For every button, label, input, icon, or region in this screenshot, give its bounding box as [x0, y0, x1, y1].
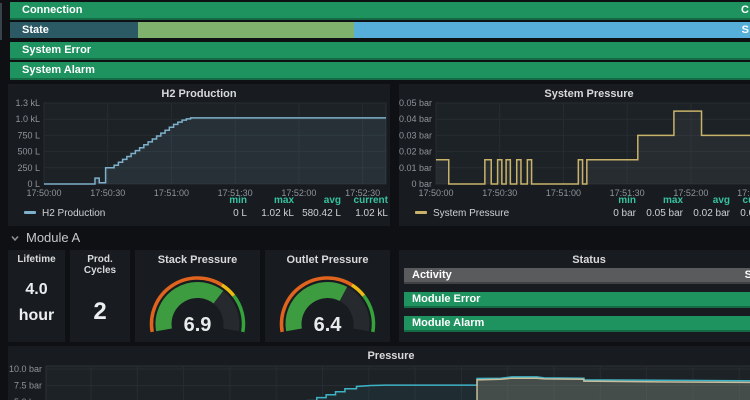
y-tick-label: 0.03 bar [399, 130, 432, 140]
legend-current-value: 1.02 kL [341, 208, 388, 219]
legend-max-value: 1.02 kL [247, 208, 294, 219]
legend-series-toggle[interactable]: H2 Production [24, 208, 105, 219]
status-row-label: Module Alarm [412, 316, 484, 331]
left-gutter [0, 3, 2, 40]
x-tick-label: 17:50:00 [418, 188, 453, 198]
y-tick-label: 750 L [17, 130, 40, 140]
legend-avg-value: 0.02 bar [683, 208, 730, 219]
status-row-value: C [741, 2, 749, 19]
grafana-dashboard: Connection C State S System Error System… [0, 0, 750, 400]
y-tick-label: 250 L [17, 163, 40, 173]
x-tick-label: 17:50:30 [482, 188, 517, 198]
status-row-state[interactable]: State S [10, 22, 750, 40]
prod-cycles-value: 2 [70, 298, 130, 326]
panel-title[interactable]: Stack Pressure [135, 250, 260, 266]
status-row-module-alarm[interactable]: Module Alarm [404, 316, 750, 332]
panel-pressure: Pressure 10.0 bar7.5 bar5.0 bar2.5 bar [8, 346, 750, 400]
status-row-label: Activity [412, 268, 452, 283]
legend-values: 0 bar 0.05 bar 0.02 bar 0.03 bar [589, 208, 750, 219]
legend-max-value: 0.05 bar [636, 208, 683, 219]
status-row-activity[interactable]: Activity S [404, 268, 750, 284]
timeline-segment[interactable] [354, 22, 750, 38]
y-tick-label: 0.02 bar [399, 147, 432, 157]
legend-header-max[interactable]: max [247, 195, 294, 206]
y-tick-label: 1.0 kL [15, 114, 40, 124]
status-row-connection[interactable]: Connection C [10, 2, 750, 20]
panel-system-pressure: System Pressure 0 bar0.01 bar0.02 bar0.0… [399, 84, 750, 226]
panel-lifetime: Lifetime 4.0 hour [8, 250, 65, 342]
panel-title[interactable]: Lifetime [8, 250, 65, 265]
y-tick-label: 500 L [17, 147, 40, 157]
legend-avg-value: 580.42 L [294, 208, 341, 219]
x-tick-label: 17:51:00 [154, 188, 189, 198]
legend-header-avg[interactable]: avg [294, 195, 341, 206]
panel-outlet-pressure: Outlet Pressure 6.4 [265, 250, 390, 342]
status-row-label: Connection [22, 2, 83, 19]
y-tick-label: 10.0 bar [9, 364, 42, 374]
legend-current-value: 0.03 bar [730, 208, 750, 219]
row-header-module-a[interactable]: Module A [10, 230, 80, 248]
x-tick-label: 17:51:00 [546, 188, 581, 198]
legend-header-avg[interactable]: avg [683, 195, 730, 206]
lifetime-unit: hour [8, 307, 65, 325]
x-tick-label: 17:50:00 [26, 188, 61, 198]
y-tick-label: 7.5 bar [14, 380, 42, 390]
panel-prod-cycles: Prod. Cycles 2 [70, 250, 130, 342]
panel-title[interactable]: System Pressure [399, 84, 750, 100]
status-row-system-error[interactable]: System Error [10, 42, 750, 60]
status-row-value: S [742, 22, 749, 39]
legend-values: 0 L 1.02 kL 580.42 L 1.02 kL [200, 208, 388, 219]
panel-h2-production: H2 Production 0 L 250 L 500 L 750 L 1.0 kL 1.… [8, 84, 390, 226]
y-tick-label: 0.01 bar [399, 163, 432, 173]
panel-title[interactable]: H2 Production [8, 84, 390, 100]
legend-headers: min max avg current [589, 195, 750, 206]
y-tick-label: 0.04 bar [399, 114, 432, 124]
chevron-down-icon[interactable] [10, 233, 20, 243]
legend-header-current[interactable]: current [341, 195, 388, 206]
gauge-value: 6.9 [135, 314, 260, 337]
status-row-label: System Error [22, 42, 91, 59]
series-color-dash [415, 211, 427, 214]
panel-title[interactable]: Outlet Pressure [265, 250, 390, 266]
lifetime-value: 4.0 [8, 281, 65, 299]
status-row-value: S [745, 268, 750, 283]
legend-header-min[interactable]: min [200, 195, 247, 206]
legend-min-value: 0 L [200, 208, 247, 219]
status-row-system-alarm[interactable]: System Alarm [10, 62, 750, 80]
row-title: Module A [26, 230, 80, 245]
status-row-label: State [22, 22, 49, 39]
legend-series-toggle[interactable]: System Pressure [415, 208, 509, 219]
legend-headers: min max avg current [200, 195, 388, 206]
x-tick-label: 17:50:30 [90, 188, 125, 198]
legend-min-value: 0 bar [589, 208, 636, 219]
status-row-label: Module Error [412, 292, 480, 307]
panel-title[interactable]: Pressure [8, 346, 750, 362]
panel-title[interactable]: Prod. Cycles [70, 250, 130, 276]
status-row-module-error[interactable]: Module Error [404, 292, 750, 308]
timeline-segment[interactable] [138, 22, 354, 38]
legend-header-current[interactable]: current [730, 195, 750, 206]
series-name: H2 Production [42, 208, 105, 219]
legend-header-min[interactable]: min [589, 195, 636, 206]
gauge-value: 6.4 [265, 314, 390, 337]
panel-stack-pressure: Stack Pressure 6.9 [135, 250, 260, 342]
series-name: System Pressure [433, 208, 509, 219]
panel-module-status: Status Activity S Module Error Module Al… [399, 250, 750, 342]
status-row-label: System Alarm [22, 62, 95, 79]
series-color-dash [24, 211, 36, 214]
panel-title[interactable]: Status [399, 250, 750, 266]
legend-header-max[interactable]: max [636, 195, 683, 206]
